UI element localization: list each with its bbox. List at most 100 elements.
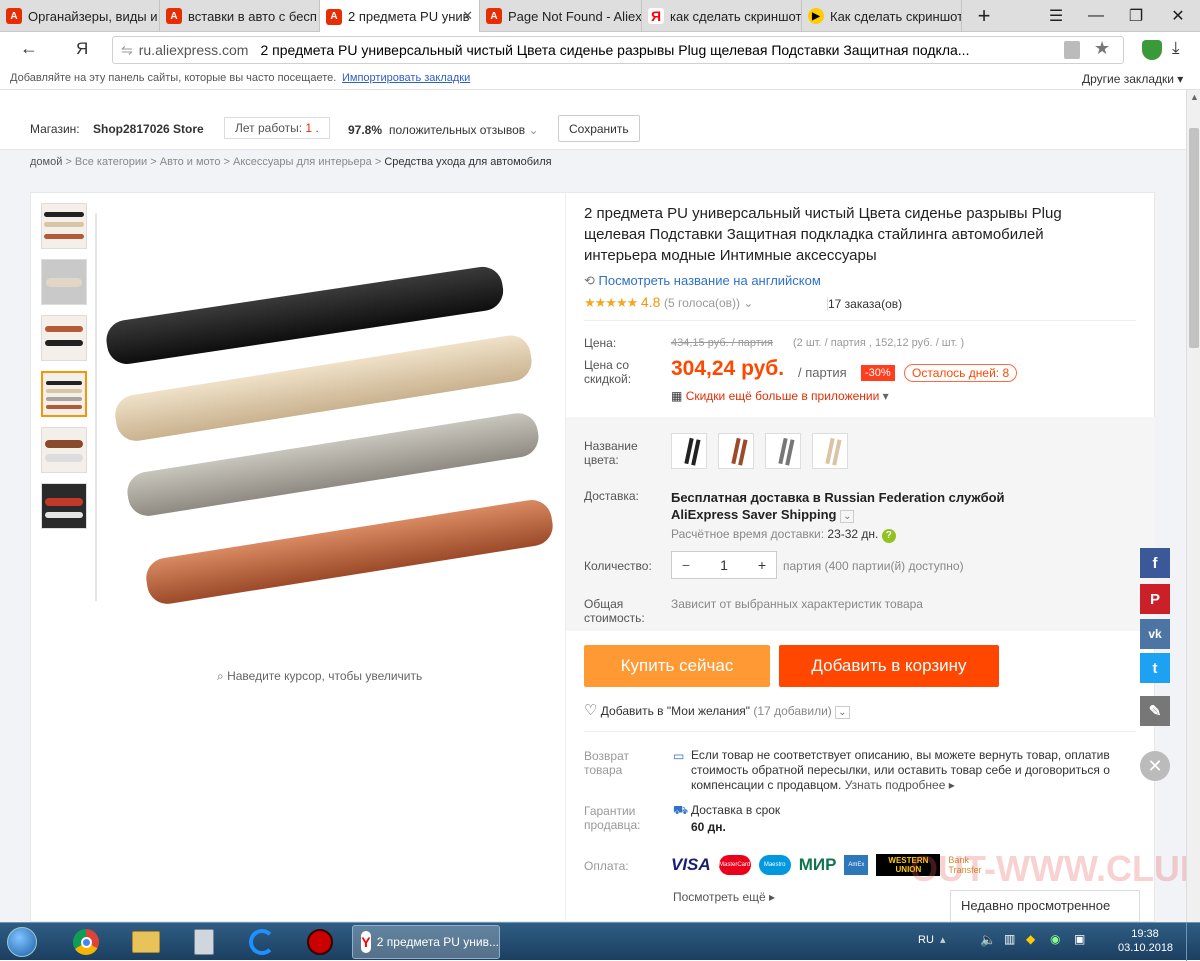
yandex-logo-icon[interactable]: Я xyxy=(76,39,88,59)
thumbnail-4-selected[interactable] xyxy=(41,371,87,417)
qty-input[interactable]: 1 xyxy=(700,557,748,573)
see-more-payments-link[interactable]: Посмотреть ещё ▸ xyxy=(673,890,775,904)
discount-price: 304,24 руб. xyxy=(671,357,785,380)
chrome-icon[interactable] xyxy=(66,926,106,958)
close-icon[interactable]: ✕ xyxy=(462,8,473,24)
tray-arrow-icon[interactable]: ▴ xyxy=(940,933,946,946)
tab-3-active[interactable]: A 2 предмета PU унив ✕ xyxy=(320,0,480,33)
download-icon[interactable]: ⤓ xyxy=(1172,38,1180,58)
protect-shield-icon[interactable] xyxy=(1142,40,1162,60)
return-more-link[interactable]: Узнать подробнее ▸ xyxy=(845,778,955,792)
breadcrumb-all-categories[interactable]: Все категории xyxy=(75,156,147,168)
minimize-button[interactable]: — xyxy=(1074,0,1118,32)
app-c-icon[interactable] xyxy=(242,926,282,958)
taskbar-active-window[interactable]: Y 2 предмета PU унив... xyxy=(352,925,500,959)
thumbnail-5[interactable] xyxy=(41,427,87,473)
thumbnail-6[interactable] xyxy=(41,483,87,529)
tab-5[interactable]: Я как сделать скриншот xyxy=(642,0,802,32)
old-price: 434,15 руб. / партия xyxy=(671,337,773,349)
color-swatch-brown[interactable] xyxy=(718,433,754,469)
new-tab-button[interactable]: + xyxy=(962,0,1006,32)
feedback-dropdown[interactable]: положительных отзывов ⌄ xyxy=(389,123,539,137)
start-button[interactable] xyxy=(2,926,42,958)
volume-icon[interactable]: 🔈 xyxy=(980,932,996,948)
chevron-down-icon: ⌄ xyxy=(835,706,850,719)
main-product-image[interactable] xyxy=(101,213,566,633)
breadcrumb-auto[interactable]: Авто и мото xyxy=(160,156,221,168)
breadcrumb-interior[interactable]: Аксессуары для интерьера xyxy=(233,156,372,168)
recently-viewed-tab[interactable]: Недавно просмотренное xyxy=(950,890,1140,922)
folder-shape xyxy=(132,931,160,953)
pinterest-icon[interactable]: P xyxy=(1140,584,1170,614)
restore-button[interactable]: ❐ xyxy=(1114,0,1158,32)
scrollbar[interactable]: ▲ xyxy=(1186,90,1200,922)
votes-dropdown[interactable]: (5 голоса(ов)) ⌄ xyxy=(664,296,753,310)
thumbnail-1[interactable] xyxy=(41,203,87,249)
mir-icon: МИР xyxy=(798,855,837,874)
color-swatch-beige[interactable] xyxy=(812,433,848,469)
show-desktop-button[interactable] xyxy=(1186,923,1200,961)
thumbnail-2[interactable] xyxy=(41,259,87,305)
file-explorer-icon[interactable] xyxy=(126,926,166,958)
truck-icon: ⛟ xyxy=(673,803,689,817)
scroll-up-icon[interactable]: ▲ xyxy=(1190,92,1199,102)
lock-icon[interactable] xyxy=(1064,41,1080,59)
vk-icon[interactable]: vk xyxy=(1140,619,1170,649)
tray-app-icon[interactable]: ◉ xyxy=(1050,932,1060,946)
search-icon: ⌕ xyxy=(217,669,224,683)
buy-now-button[interactable]: Купить сейчас xyxy=(584,645,770,687)
breadcrumb-home[interactable]: домой xyxy=(30,156,62,168)
scrollbar-thumb[interactable] xyxy=(1189,128,1199,348)
color-swatch-grey[interactable] xyxy=(765,433,801,469)
rating-row: ★★★★★ 4.8 (5 голоса(ов)) ⌄ xyxy=(584,294,754,310)
url-field[interactable]: ⇋ ru.aliexpress.com 2 предмета PU универ… xyxy=(112,36,1124,64)
chevron-down-icon: ⌄ xyxy=(528,123,539,137)
watermark: OUT-WWW.CLUB.RU xyxy=(910,848,1186,889)
qty-minus-button[interactable]: − xyxy=(672,557,700,573)
clock[interactable]: 19:38 03.10.2018 xyxy=(1118,927,1173,955)
facebook-icon[interactable]: f xyxy=(1140,548,1170,578)
help-icon[interactable]: ? xyxy=(881,529,896,543)
seat-gap-filler-brown xyxy=(143,497,556,607)
chrome-center xyxy=(80,936,92,948)
close-window-button[interactable]: ✕ xyxy=(1156,0,1200,32)
close-icon[interactable]: ✕ xyxy=(1140,751,1170,781)
tab-2[interactable]: A вставки в авто с бесп xyxy=(160,0,320,32)
add-to-cart-button[interactable]: Добавить в корзину xyxy=(779,645,999,687)
translate-title-link[interactable]: ⟲ Посмотреть название на английском xyxy=(584,273,821,289)
product-title: 2 предмета PU универсальный чистый Цвета… xyxy=(584,205,1062,264)
thumb-roll xyxy=(45,512,83,518)
calculator-shape xyxy=(194,929,214,955)
edit-icon[interactable]: ✎ xyxy=(1140,696,1170,726)
language-indicator[interactable]: RU xyxy=(918,934,934,946)
tray-app-icon[interactable]: ◆ xyxy=(1026,932,1035,946)
save-store-button[interactable]: Сохранить xyxy=(558,115,640,142)
back-icon[interactable]: ← xyxy=(20,38,38,59)
tab-6[interactable]: ▶ Как сделать скриншот xyxy=(802,0,962,32)
twitter-icon[interactable]: t xyxy=(1140,653,1170,683)
browser-tab-bar: A Органайзеры, виды и A вставки в авто с… xyxy=(0,0,1200,33)
app-discount-link[interactable]: ▦ Скидки ещё больше в приложении ▾ xyxy=(671,389,889,403)
thumb-roll xyxy=(44,234,84,239)
star-icon[interactable]: ★ xyxy=(1094,38,1110,59)
swatch-image xyxy=(778,437,788,465)
menu-icon[interactable]: ☰ xyxy=(1034,0,1078,32)
import-bookmarks-link[interactable]: Импортировать закладки xyxy=(342,72,470,84)
delivery-dropdown-icon[interactable]: ⌄ xyxy=(840,510,855,523)
aliexpress-icon: A xyxy=(486,8,502,24)
calculator-icon[interactable] xyxy=(184,926,224,958)
thumbnail-3[interactable] xyxy=(41,315,87,361)
color-swatch-black[interactable] xyxy=(671,433,707,469)
tab-1[interactable]: A Органайзеры, виды и xyxy=(0,0,160,32)
tab-4[interactable]: A Page Not Found - Aliex xyxy=(480,0,642,32)
thumb-roll xyxy=(46,381,82,385)
game-app-icon[interactable] xyxy=(300,926,340,958)
tray-app-icon[interactable]: ▣ xyxy=(1074,932,1085,946)
other-bookmarks[interactable]: Другие закладки ▾ xyxy=(1082,72,1183,86)
network-icon[interactable]: ▥ xyxy=(1004,932,1015,946)
qty-plus-button[interactable]: + xyxy=(748,557,776,573)
aliexpress-icon: A xyxy=(6,8,22,24)
store-name[interactable]: Shop2817026 Store xyxy=(93,122,204,136)
wishlist-link[interactable]: ♡ Добавить в "Мои желания" (17 добавили)… xyxy=(584,701,850,719)
chrome-logo xyxy=(73,929,99,955)
